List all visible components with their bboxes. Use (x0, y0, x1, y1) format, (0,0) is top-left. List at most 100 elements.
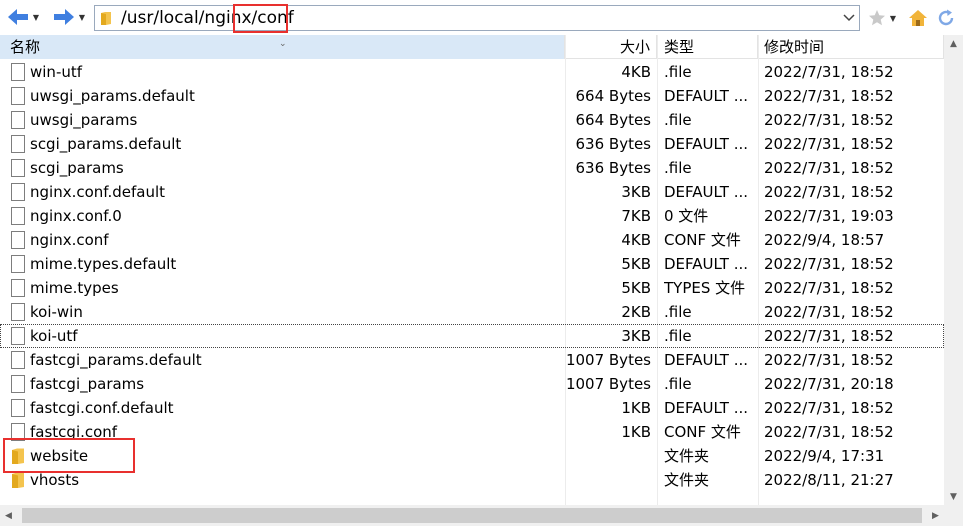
file-type: CONF 文件 (664, 231, 741, 249)
forward-button[interactable]: ▼ (52, 6, 88, 28)
file-icon (11, 87, 25, 105)
file-row[interactable]: fastcgi.conf.default 1KB DEFAULT ... 2022/7… (0, 396, 944, 420)
home-icon[interactable] (907, 7, 929, 29)
file-date: 2022/7/31, 18:52 (764, 135, 894, 153)
folder-icon (12, 448, 24, 464)
file-date: 2022/7/31, 18:52 (764, 399, 894, 417)
horizontal-scroll-thumb[interactable] (22, 508, 922, 523)
file-size: 636 Bytes (575, 159, 652, 177)
column-size-header[interactable]: 大小 (565, 35, 657, 59)
column-type-label: 类型 (664, 38, 695, 56)
file-size: 5KB (621, 255, 651, 273)
scrollbar-corner (944, 505, 963, 526)
file-type: .file (664, 111, 692, 129)
file-size: 1KB (621, 423, 651, 441)
chevron-down-icon[interactable]: ▼ (886, 7, 900, 29)
file-icon (11, 63, 25, 81)
file-date: 2022/7/31, 18:52 (764, 255, 894, 273)
file-icon (11, 159, 25, 177)
scroll-up-icon[interactable]: ▲ (944, 35, 963, 52)
file-name: nginx.conf (30, 231, 109, 249)
file-name: nginx.conf.0 (30, 207, 122, 225)
column-name-header[interactable]: 名称 ⌄ (0, 35, 565, 59)
file-date: 2022/8/11, 21:27 (764, 471, 894, 489)
address-path[interactable]: /usr/local/nginx/conf (121, 8, 294, 28)
file-icon (11, 135, 25, 153)
file-size: 2KB (621, 303, 651, 321)
scroll-down-icon[interactable]: ▼ (944, 488, 963, 505)
file-row[interactable]: fastcgi_params.default 1007 Bytes DEFAULT … (0, 348, 944, 372)
file-date: 2022/7/31, 18:52 (764, 111, 894, 129)
file-type: .file (664, 303, 692, 321)
scroll-left-icon[interactable]: ◀ (0, 505, 17, 526)
horizontal-scrollbar[interactable]: ◀ ▶ (0, 505, 944, 526)
file-icon (11, 183, 25, 201)
file-date: 2022/7/31, 18:52 (764, 423, 894, 441)
column-header: 名称 ⌄ 大小 类型 修改时间 (0, 35, 963, 59)
file-size: 4KB (621, 231, 651, 249)
file-row[interactable]: mime.types.default 5KB DEFAULT ... 2022/7/3… (0, 252, 944, 276)
file-name: fastcgi.conf (30, 423, 118, 441)
file-row[interactable]: mime.types 5KB TYPES 文件 2022/7/31, 18:52 (0, 276, 944, 300)
chevron-down-icon[interactable] (839, 6, 859, 30)
file-date: 2022/7/31, 19:03 (764, 207, 894, 225)
folder-icon (101, 12, 111, 25)
star-icon[interactable] (866, 7, 888, 29)
file-size: 4KB (621, 63, 651, 81)
file-icon (11, 255, 25, 273)
chevron-down-icon[interactable]: ▼ (76, 6, 88, 28)
file-name: vhosts (30, 471, 80, 489)
file-type: CONF 文件 (664, 423, 741, 441)
file-date: 2022/7/31, 18:52 (764, 159, 894, 177)
file-row[interactable]: nginx.conf 4KB CONF 文件 2022/9/4, 18:57 (0, 228, 944, 252)
file-size: 1KB (621, 399, 651, 417)
file-date: 2022/7/31, 18:52 (764, 87, 894, 105)
refresh-icon[interactable] (935, 7, 957, 29)
file-size: 1007 Bytes (565, 375, 651, 393)
back-arrow-icon (8, 9, 28, 25)
file-date: 2022/7/31, 18:52 (764, 303, 894, 321)
file-name: fastcgi.conf.default (30, 399, 174, 417)
file-icon (11, 327, 25, 345)
file-row[interactable]: koi-utf 3KB .file 2022/7/31, 18:52 (0, 324, 944, 348)
column-date-header[interactable]: 修改时间 (758, 35, 944, 59)
column-type-header[interactable]: 类型 (657, 35, 758, 59)
file-size: 636 Bytes (575, 135, 652, 153)
file-row[interactable]: scgi_params.default 636 Bytes DEFAULT ... 2… (0, 132, 944, 156)
file-icon (11, 207, 25, 225)
file-size: 3KB (621, 183, 651, 201)
file-row[interactable]: nginx.conf.default 3KB DEFAULT ... 2022/7/3… (0, 180, 944, 204)
column-date-label: 修改时间 (764, 38, 825, 56)
file-row[interactable]: scgi_params 636 Bytes .file 2022/7/31, 18:5… (0, 156, 944, 180)
file-icon (11, 375, 25, 393)
file-size: 664 Bytes (575, 111, 652, 129)
file-row[interactable]: fastcgi_params 1007 Bytes .file 2022/7/31, … (0, 372, 944, 396)
file-row[interactable]: fastcgi.conf 1KB CONF 文件 2022/7/31, 18:52 (0, 420, 944, 444)
file-icon (11, 399, 25, 417)
folder-row[interactable]: vhosts 文件夹 2022/8/11, 21:27 (0, 468, 944, 492)
file-type: 0 文件 (664, 207, 709, 225)
file-row[interactable]: win-utf 4KB .file 2022/7/31, 18:52 (0, 60, 944, 84)
file-name: scgi_params (30, 159, 124, 177)
chevron-down-icon[interactable]: ▼ (30, 6, 42, 28)
file-name: fastcgi_params.default (30, 351, 202, 369)
file-row[interactable]: uwsgi_params.default 664 Bytes DEFAULT ...… (0, 84, 944, 108)
scroll-right-icon[interactable]: ▶ (927, 505, 944, 526)
vertical-scrollbar[interactable]: ▲ ▼ (944, 35, 963, 505)
back-button[interactable]: ▼ (6, 6, 42, 28)
file-name: fastcgi_params (30, 375, 145, 393)
address-bar[interactable]: /usr/local/nginx/conf (94, 5, 860, 31)
file-icon (11, 279, 25, 297)
file-row[interactable]: uwsgi_params 664 Bytes .file 2022/7/31, 18:… (0, 108, 944, 132)
file-row[interactable]: koi-win 2KB .file 2022/7/31, 18:52 (0, 300, 944, 324)
file-name: nginx.conf.default (30, 183, 166, 201)
file-row[interactable]: nginx.conf.0 7KB 0 文件 2022/7/31, 19:03 (0, 204, 944, 228)
column-size-label: 大小 (619, 38, 650, 56)
file-icon (11, 111, 25, 129)
file-date: 2022/7/31, 18:52 (764, 327, 894, 345)
file-icon (11, 423, 25, 441)
folder-row[interactable]: website 文件夹 2022/9/4, 17:31 (0, 444, 944, 468)
file-type: DEFAULT ... (664, 183, 749, 201)
file-name: scgi_params.default (30, 135, 182, 153)
file-size: 7KB (621, 207, 651, 225)
